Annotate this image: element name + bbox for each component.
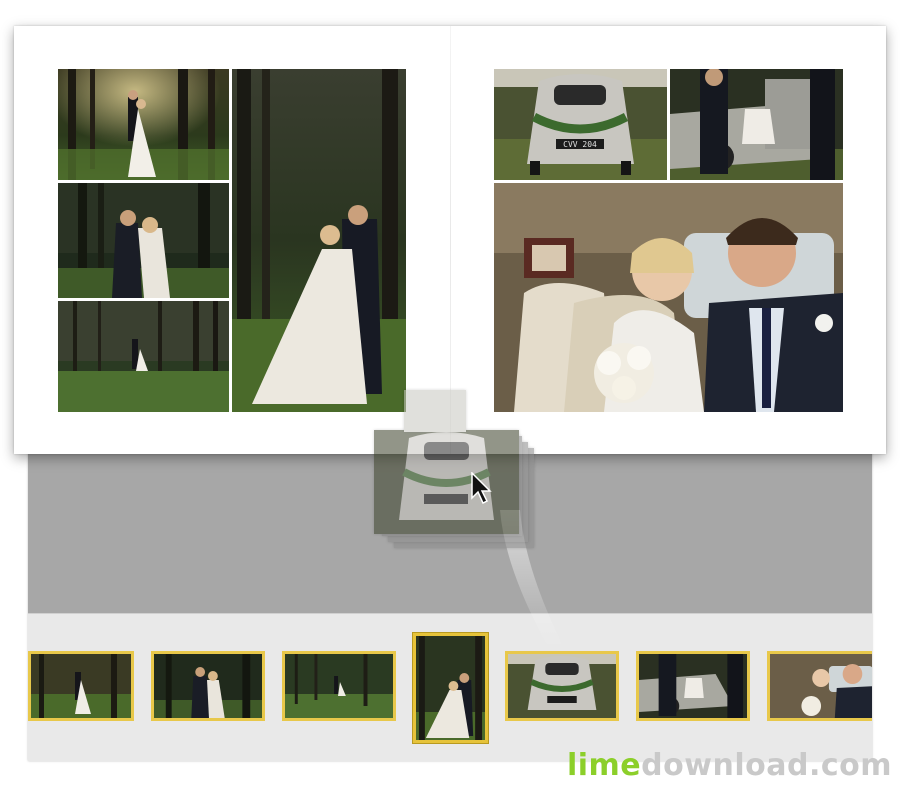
photo-car-rear[interactable]: CVV 204 xyxy=(494,69,667,180)
watermark-part-2: download.com xyxy=(641,748,892,783)
photo-forest-embrace[interactable] xyxy=(58,69,229,180)
filmstrip[interactable] xyxy=(28,613,872,761)
photo-couple-in-car[interactable] xyxy=(494,183,843,412)
thumbnail-forest-portrait[interactable] xyxy=(413,633,488,743)
drag-ghost-photo xyxy=(374,430,519,534)
photo-forest-walking[interactable] xyxy=(58,301,229,412)
thumbnail-car-door[interactable] xyxy=(636,651,750,721)
watermark-logo: limedownload.com xyxy=(567,748,892,783)
thumbnail-forest-1[interactable] xyxy=(28,651,134,721)
photo-forest-close[interactable] xyxy=(58,183,229,298)
car-plate-text: CVV 204 xyxy=(563,140,597,149)
drag-ghost-top xyxy=(404,390,466,432)
thumbnail-forest-3[interactable] xyxy=(282,651,396,721)
drag-ghost-stack xyxy=(374,390,534,548)
cursor-arrow-icon xyxy=(471,472,492,504)
thumbnail-couple-car[interactable] xyxy=(767,651,872,721)
thumbnail-car-rear[interactable] xyxy=(505,651,619,721)
photo-forest-portrait[interactable] xyxy=(232,69,406,412)
watermark-part-1: lime xyxy=(566,748,642,783)
thumbnail-forest-2[interactable] xyxy=(151,651,265,721)
photo-car-door[interactable] xyxy=(670,69,843,180)
